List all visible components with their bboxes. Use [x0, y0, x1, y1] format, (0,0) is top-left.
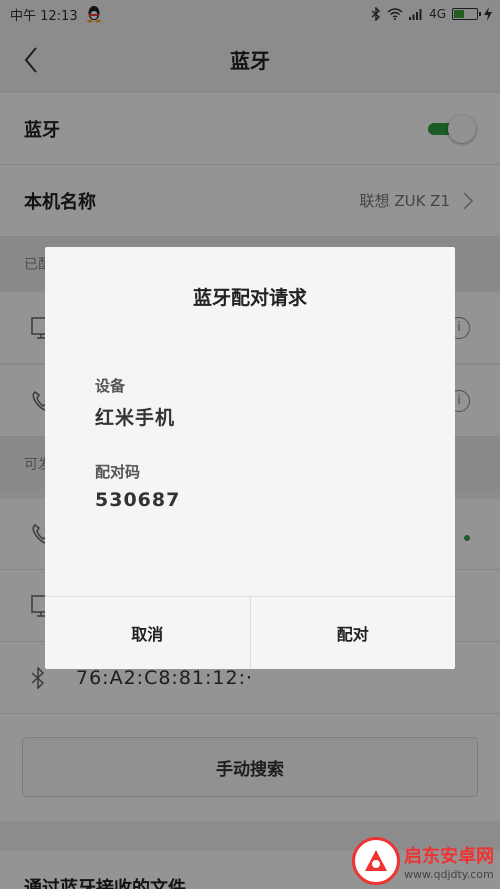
- pair-button[interactable]: 配对: [249, 597, 456, 669]
- cancel-button[interactable]: 取消: [45, 597, 250, 669]
- device-label: 设备: [95, 377, 126, 395]
- pairing-code-label: 配对码: [95, 463, 141, 481]
- device-value: 红米手机: [95, 407, 176, 429]
- dialog-button-bar: 取消 配对: [45, 596, 455, 669]
- watermark-logo-icon: [352, 837, 400, 885]
- dialog-title: 蓝牙配对请求: [192, 287, 307, 309]
- pairing-dialog: 蓝牙配对请求 设备 红米手机 配对码 530687 取消 配对: [45, 247, 455, 669]
- pairing-code-value: 530687: [95, 489, 181, 511]
- watermark-brand: 启东安卓网: [404, 845, 494, 867]
- watermark: 启东安卓网 www.qdjdty.com: [352, 837, 494, 885]
- watermark-url: www.qdjdty.com: [404, 867, 494, 881]
